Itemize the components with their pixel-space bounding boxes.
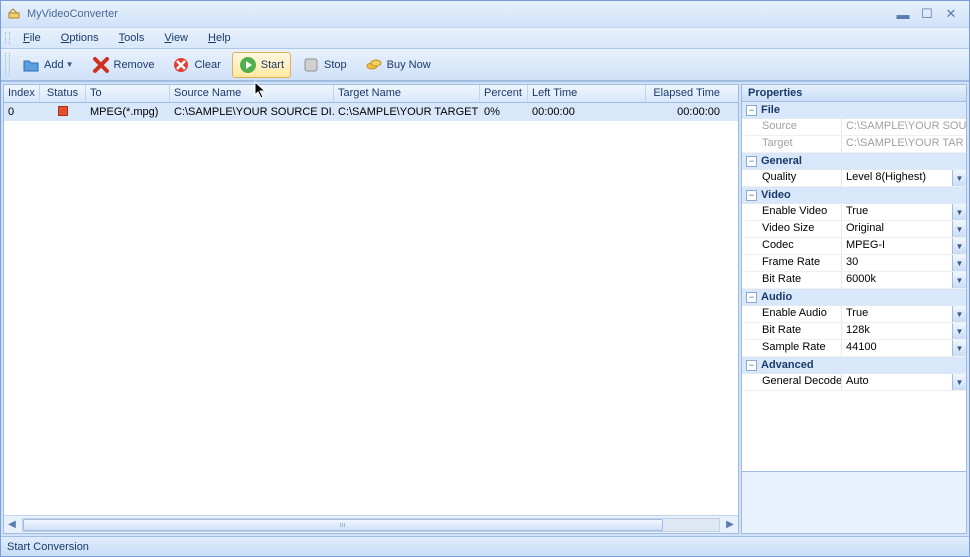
scroll-right-icon[interactable]: ▶ (722, 517, 738, 533)
remove-label: Remove (114, 59, 155, 71)
stop-button[interactable]: Stop (295, 52, 354, 78)
scroll-thumb[interactable] (23, 519, 663, 531)
stop-icon (302, 56, 320, 74)
buynow-label: Buy Now (387, 59, 431, 71)
collapse-icon[interactable]: − (746, 156, 757, 167)
buynow-button[interactable]: Buy Now (358, 52, 438, 78)
chevron-down-icon[interactable]: ▼ (952, 255, 966, 271)
prop-target[interactable]: TargetC:\SAMPLE\YOUR TAR (742, 136, 966, 153)
properties-title: Properties (741, 84, 967, 102)
col-percent[interactable]: Percent (480, 85, 528, 102)
clear-label: Clear (194, 59, 220, 71)
menu-file[interactable]: File (15, 29, 49, 47)
clear-button[interactable]: Clear (165, 52, 227, 78)
collapse-icon[interactable]: − (746, 105, 757, 116)
chevron-down-icon[interactable]: ▼ (952, 340, 966, 356)
status-text: Start Conversion (7, 541, 89, 553)
chevron-down-icon[interactable]: ▼ (952, 374, 966, 390)
cell-elapsed: 00:00:00 (646, 105, 724, 119)
scroll-left-icon[interactable]: ◀ (4, 517, 20, 533)
scroll-track[interactable] (22, 518, 720, 532)
prop-general-decoder[interactable]: General DecoderAuto▼ (742, 374, 966, 391)
add-button[interactable]: Add ▼ (15, 52, 81, 78)
col-left[interactable]: Left Time (528, 85, 646, 102)
prop-quality[interactable]: QualityLevel 8(Highest)▼ (742, 170, 966, 187)
section-video[interactable]: −Video (742, 187, 966, 204)
cell-left: 00:00:00 (528, 105, 646, 119)
chevron-down-icon[interactable]: ▼ (952, 272, 966, 288)
cell-index: 0 (4, 105, 40, 119)
col-target[interactable]: Target Name (334, 85, 480, 102)
play-icon (239, 56, 257, 74)
stop-label: Stop (324, 59, 347, 71)
menu-options[interactable]: Options (53, 29, 107, 47)
status-stopped-icon (58, 106, 68, 116)
section-file[interactable]: −File (742, 102, 966, 119)
chevron-down-icon[interactable]: ▼ (952, 170, 966, 186)
chevron-down-icon[interactable]: ▼ (952, 306, 966, 322)
col-to[interactable]: To (86, 85, 170, 102)
col-elapsed[interactable]: Elapsed Time (646, 85, 724, 102)
prop-frame-rate[interactable]: Frame Rate30▼ (742, 255, 966, 272)
collapse-icon[interactable]: − (746, 190, 757, 201)
properties-pane: Properties −File SourceC:\SAMPLE\YOUR SO… (741, 84, 967, 534)
prop-video-bitrate[interactable]: Bit Rate6000k▼ (742, 272, 966, 289)
maximize-button[interactable]: ☐ (919, 7, 935, 21)
prop-codec[interactable]: CodecMPEG-I▼ (742, 238, 966, 255)
table-row[interactable]: 0 MPEG(*.mpg) C:\SAMPLE\YOUR SOURCE DI..… (4, 103, 738, 121)
prop-enable-audio[interactable]: Enable AudioTrue▼ (742, 306, 966, 323)
collapse-icon[interactable]: − (746, 360, 757, 371)
chevron-down-icon[interactable]: ▼ (952, 221, 966, 237)
horizontal-scrollbar[interactable]: ◀ ▶ (4, 515, 738, 533)
content-area: Index Status To Source Name Target Name … (1, 81, 969, 536)
cell-target: C:\SAMPLE\YOUR TARGET ... (334, 105, 480, 119)
chevron-down-icon[interactable]: ▼ (952, 238, 966, 254)
menu-help[interactable]: Help (200, 29, 239, 47)
titlebar: MyVideoConverter ▬ ☐ ✕ (1, 1, 969, 27)
statusbar: Start Conversion (1, 536, 969, 556)
cell-source: C:\SAMPLE\YOUR SOURCE DI... (170, 105, 334, 119)
col-index[interactable]: Index (4, 85, 40, 102)
prop-source[interactable]: SourceC:\SAMPLE\YOUR SOU (742, 119, 966, 136)
prop-sample-rate[interactable]: Sample Rate44100▼ (742, 340, 966, 357)
window-controls: ▬ ☐ ✕ (895, 7, 963, 21)
collapse-icon[interactable]: − (746, 292, 757, 303)
menubar: File Options Tools View Help (1, 27, 969, 49)
toolbar: Add ▼ Remove Clear Start Stop Buy Now (1, 49, 969, 81)
start-label: Start (261, 59, 284, 71)
chevron-down-icon[interactable]: ▼ (66, 60, 74, 69)
file-list-pane: Index Status To Source Name Target Name … (3, 84, 739, 534)
minimize-button[interactable]: ▬ (895, 7, 911, 21)
prop-enable-video[interactable]: Enable VideoTrue▼ (742, 204, 966, 221)
section-general[interactable]: −General (742, 153, 966, 170)
col-status[interactable]: Status (40, 85, 86, 102)
add-label: Add (44, 59, 64, 71)
properties-description (741, 472, 967, 534)
x-red-icon (92, 56, 110, 74)
menu-view[interactable]: View (156, 29, 196, 47)
prop-video-size[interactable]: Video SizeOriginal▼ (742, 221, 966, 238)
grid-header: Index Status To Source Name Target Name … (4, 85, 738, 103)
properties-grid: −File SourceC:\SAMPLE\YOUR SOU TargetC:\… (741, 102, 967, 472)
coins-icon (365, 56, 383, 74)
app-icon (7, 7, 21, 21)
section-audio[interactable]: −Audio (742, 289, 966, 306)
col-source[interactable]: Source Name (170, 85, 334, 102)
window-title: MyVideoConverter (27, 8, 895, 20)
chevron-down-icon[interactable]: ▼ (952, 323, 966, 339)
prop-audio-bitrate[interactable]: Bit Rate128k▼ (742, 323, 966, 340)
cell-percent: 0% (480, 105, 528, 119)
cell-to: MPEG(*.mpg) (86, 105, 170, 119)
start-button[interactable]: Start (232, 52, 291, 78)
close-button[interactable]: ✕ (943, 7, 959, 21)
cell-status (40, 105, 86, 120)
chevron-down-icon[interactable]: ▼ (952, 204, 966, 220)
folder-open-icon (22, 56, 40, 74)
remove-button[interactable]: Remove (85, 52, 162, 78)
grid-body[interactable]: 0 MPEG(*.mpg) C:\SAMPLE\YOUR SOURCE DI..… (4, 103, 738, 515)
section-advanced[interactable]: −Advanced (742, 357, 966, 374)
menu-tools[interactable]: Tools (111, 29, 153, 47)
clear-icon (172, 56, 190, 74)
app-window: MyVideoConverter ▬ ☐ ✕ File Options Tool… (0, 0, 970, 557)
